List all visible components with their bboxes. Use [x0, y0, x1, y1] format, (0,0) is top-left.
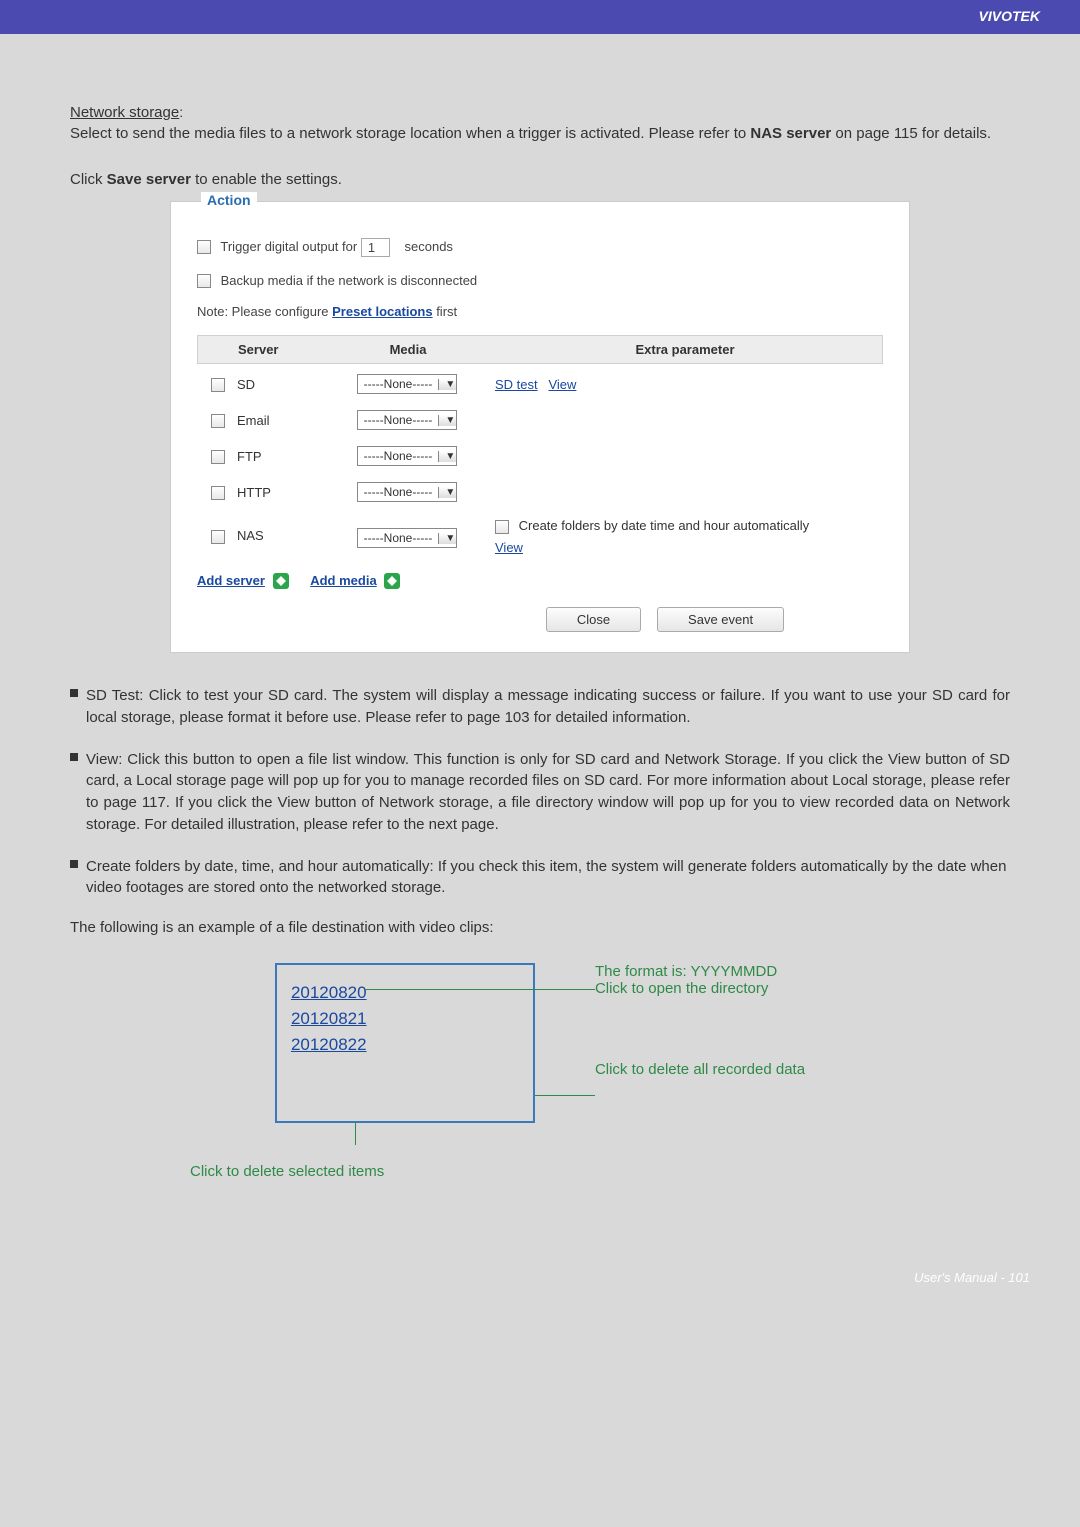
nas-media-value: -----None-----: [358, 531, 439, 545]
chevron-down-icon: ▼: [438, 415, 456, 426]
brand-text: VIVOTEK: [979, 8, 1040, 24]
ftp-label: FTP: [237, 449, 327, 464]
folder-link-1[interactable]: 20120820: [291, 983, 519, 1003]
preset-locations-link[interactable]: Preset locations: [332, 304, 432, 319]
chevron-down-icon: ▼: [438, 533, 456, 544]
network-storage-heading: Network storage: [70, 104, 179, 121]
section-network-storage: Network storage: Select to send the medi…: [70, 104, 1010, 191]
add-media-link[interactable]: Add media: [310, 573, 376, 588]
col-media: Media: [328, 342, 488, 357]
nas-label: NAS: [237, 518, 327, 543]
action-legend: Action: [201, 192, 257, 208]
bullet-sd-test-text: SD Test: Click to test your SD card. The…: [86, 685, 1010, 729]
row-nas: NAS -----None-----▼ Create folders by da…: [197, 508, 883, 561]
close-button[interactable]: Close: [546, 607, 641, 632]
callout-line-2: [535, 1095, 595, 1096]
row-sd: SD -----None-----▼ SD test View: [197, 364, 883, 400]
ftp-media-select[interactable]: -----None-----▼: [357, 446, 458, 466]
email-checkbox[interactable]: [211, 414, 225, 428]
backup-checkbox[interactable]: [197, 274, 211, 288]
bullet-view-text: View: Click this button to open a file l…: [86, 749, 1010, 836]
add-media-icon[interactable]: [384, 573, 400, 589]
sd-label: SD: [237, 377, 327, 392]
row-email: Email -----None-----▼: [197, 400, 883, 436]
sd-media-value: -----None-----: [358, 377, 439, 391]
callout-delete-selected: Click to delete selected items: [190, 1163, 1010, 1180]
bullet-view: View: Click this button to open a file l…: [70, 747, 1010, 836]
trigger-seconds-input[interactable]: 1: [361, 238, 390, 257]
trigger-label-a: Trigger digital output for: [220, 238, 357, 253]
text: Select to send the media files to a netw…: [70, 125, 750, 142]
ftp-checkbox[interactable]: [211, 450, 225, 464]
nas-create-folders-label: Create folders by date time and hour aut…: [519, 518, 810, 533]
folder-link-2[interactable]: 20120821: [291, 1009, 519, 1029]
sd-media-select[interactable]: -----None-----▼: [357, 374, 458, 394]
save-event-button[interactable]: Save event: [657, 607, 784, 632]
row-ftp: FTP -----None-----▼: [197, 436, 883, 472]
ftp-media-value: -----None-----: [358, 449, 439, 463]
col-extra: Extra parameter: [488, 342, 882, 357]
sd-view-link[interactable]: View: [548, 377, 576, 392]
server-table-head: Server Media Extra parameter: [197, 335, 883, 364]
http-media-value: -----None-----: [358, 485, 439, 499]
text: to enable the settings.: [191, 171, 342, 188]
callouts: The format is: YYYYMMDD Click to open th…: [595, 963, 805, 1078]
backup-label: Backup media if the network is disconnec…: [221, 273, 478, 288]
page-footer: User's Manual - 101: [0, 1220, 1080, 1309]
button-row: Close Save event: [447, 607, 883, 632]
bullet-create-folders-text: Create folders by date, time, and hour a…: [86, 856, 1010, 900]
email-media-value: -----None-----: [358, 413, 439, 427]
nas-view-link[interactable]: View: [495, 540, 523, 555]
note-row: Note: Please configure Preset locations …: [197, 304, 883, 319]
backup-row: Backup media if the network is disconnec…: [197, 273, 883, 289]
email-label: Email: [237, 413, 327, 428]
text: Click: [70, 171, 107, 188]
add-links-row: Add server Add media: [197, 573, 883, 590]
trigger-label-b: seconds: [405, 238, 453, 253]
trigger-checkbox[interactable]: [197, 240, 211, 254]
header-bar: VIVOTEK: [0, 0, 1080, 34]
action-panel: Action Trigger digital output for 1 seco…: [170, 201, 910, 654]
bullet-icon: [70, 860, 78, 868]
nas-media-select[interactable]: -----None-----▼: [357, 528, 458, 548]
sd-test-link[interactable]: SD test: [495, 377, 538, 392]
add-server-link[interactable]: Add server: [197, 573, 265, 588]
nas-checkbox[interactable]: [211, 530, 225, 544]
file-destination-diagram: 20120820 20120821 20120822 The format is…: [70, 963, 1010, 1123]
nas-create-folders-checkbox[interactable]: [495, 520, 509, 534]
sd-checkbox[interactable]: [211, 378, 225, 392]
bullet-sd-test: SD Test: Click to test your SD card. The…: [70, 683, 1010, 729]
note-text-b: first: [433, 304, 458, 319]
trigger-row: Trigger digital output for 1 seconds: [197, 238, 883, 257]
bullet-create-folders: Create folders by date, time, and hour a…: [70, 854, 1010, 900]
page-content: Network storage: Select to send the medi…: [0, 34, 1080, 1220]
col-server: Server: [238, 342, 328, 357]
note-text-a: Note: Please configure: [197, 304, 332, 319]
callout-line-1: [365, 989, 595, 990]
folder-link-3[interactable]: 20120822: [291, 1035, 519, 1055]
example-intro: The following is an example of a file de…: [70, 917, 1010, 939]
colon: :: [179, 104, 183, 120]
folder-list-box: 20120820 20120821 20120822: [275, 963, 535, 1123]
chevron-down-icon: ▼: [438, 451, 456, 462]
add-server-icon[interactable]: [273, 573, 289, 589]
callout-format: The format is: YYYYMMDD: [595, 963, 805, 980]
save-server-ref: Save server: [107, 171, 191, 188]
http-label: HTTP: [237, 485, 327, 500]
callout-delete-all: Click to delete all recorded data: [595, 1061, 805, 1078]
chevron-down-icon: ▼: [438, 379, 456, 390]
http-media-select[interactable]: -----None-----▼: [357, 482, 458, 502]
bullet-icon: [70, 753, 78, 761]
bullet-icon: [70, 689, 78, 697]
save-server-instruction: Click Save server to enable the settings…: [70, 169, 1010, 191]
callout-open-dir: Click to open the directory: [595, 980, 805, 997]
chevron-down-icon: ▼: [438, 487, 456, 498]
email-media-select[interactable]: -----None-----▼: [357, 410, 458, 430]
http-checkbox[interactable]: [211, 486, 225, 500]
callout-line-3: [355, 1123, 356, 1145]
nas-server-ref: NAS server: [750, 125, 831, 142]
network-storage-desc: Select to send the media files to a netw…: [70, 123, 1010, 145]
row-http: HTTP -----None-----▼: [197, 472, 883, 508]
text: on page 115 for details.: [831, 125, 991, 142]
